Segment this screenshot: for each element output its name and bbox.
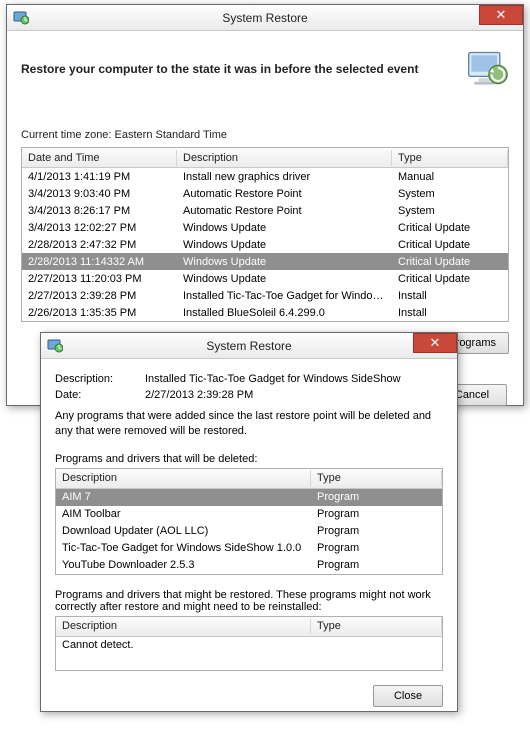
- cell: Download Updater (AOL LLC): [56, 523, 311, 539]
- table-row[interactable]: Tic-Tac-Toe Gadget for Windows SideShow …: [56, 540, 442, 557]
- cell: Program: [311, 523, 442, 539]
- cell: 2/28/2013 2:47:32 PM: [22, 237, 177, 253]
- cell: 2/27/2013 2:39:28 PM: [22, 288, 177, 304]
- cell: Tic-Tac-Toe Gadget for Windows SideShow …: [56, 540, 311, 556]
- cell: Windows Update: [177, 254, 392, 270]
- cell: AIM 7: [56, 489, 311, 505]
- close-dialog-button[interactable]: Close: [373, 685, 443, 707]
- window-title: System Restore: [7, 11, 523, 25]
- window-title: System Restore: [41, 339, 457, 353]
- cell: System: [392, 186, 508, 202]
- cell: Windows Update: [177, 237, 392, 253]
- cell: 2/27/2013 11:20:03 PM: [22, 271, 177, 287]
- col-desc[interactable]: Description: [56, 470, 311, 486]
- cell: 2/26/2013 1:35:35 PM: [22, 305, 177, 321]
- close-button[interactable]: ✕: [479, 5, 523, 25]
- cell: Automatic Restore Point: [177, 186, 392, 202]
- table-header: Description Type: [56, 617, 442, 637]
- banner-heading: Restore your computer to the state it wa…: [21, 62, 418, 76]
- date-value: 2/27/2013 2:39:28 PM: [145, 389, 443, 401]
- cell: Program: [311, 506, 442, 522]
- system-restore-icon: [47, 338, 63, 354]
- cell: Critical Update: [392, 237, 508, 253]
- table-row[interactable]: 2/27/2013 11:20:03 PMWindows UpdateCriti…: [22, 270, 508, 287]
- cell: Program: [311, 557, 442, 573]
- table-row[interactable]: AIM 7Program: [56, 489, 442, 506]
- cell: System: [392, 203, 508, 219]
- deleted-table[interactable]: Description Type AIM 7ProgramAIM Toolbar…: [55, 468, 443, 575]
- cell: Installed Tic-Tac-Toe Gadget for Windows…: [177, 288, 392, 304]
- cell: Install new graphics driver: [177, 169, 392, 185]
- col-desc[interactable]: Description: [56, 618, 311, 634]
- table-row[interactable]: YouTube Downloader 2.5.3Program: [56, 557, 442, 574]
- col-type[interactable]: Type: [392, 150, 508, 166]
- cell: 2/28/2013 11:14332 AM: [22, 254, 177, 270]
- cell: Cannot detect.: [56, 637, 311, 653]
- content-area: Description: Installed Tic-Tac-Toe Gadge…: [41, 359, 457, 717]
- timezone-label: Current time zone: Eastern Standard Time: [21, 129, 509, 141]
- deleted-heading: Programs and drivers that will be delete…: [55, 453, 443, 465]
- cell: 4/1/2013 1:41:19 PM: [22, 169, 177, 185]
- table-row[interactable]: Cannot detect.: [56, 637, 442, 654]
- banner: Restore your computer to the state it wa…: [21, 41, 509, 99]
- cell: YouTube Downloader 2.5.3: [56, 557, 311, 573]
- cell: 3/4/2013 8:26:17 PM: [22, 203, 177, 219]
- cell: Install: [392, 305, 508, 321]
- desc-value: Installed Tic-Tac-Toe Gadget for Windows…: [145, 373, 443, 385]
- cell: 3/4/2013 12:02:27 PM: [22, 220, 177, 236]
- table-header: Description Type: [56, 469, 442, 489]
- table-row[interactable]: 4/1/2013 1:41:19 PMInstall new graphics …: [22, 168, 508, 185]
- restore-monitor-icon: [465, 47, 509, 91]
- col-desc[interactable]: Description: [177, 150, 392, 166]
- cell: Automatic Restore Point: [177, 203, 392, 219]
- restored-table[interactable]: Description Type Cannot detect.: [55, 616, 443, 671]
- affected-programs-window: System Restore ✕ Description: Installed …: [40, 332, 458, 712]
- table-row[interactable]: 2/28/2013 2:47:32 PMWindows UpdateCritic…: [22, 236, 508, 253]
- cell: Critical Update: [392, 220, 508, 236]
- system-restore-icon: [13, 10, 29, 26]
- table-row[interactable]: 2/27/2013 2:39:28 PMInstalled Tic-Tac-To…: [22, 287, 508, 304]
- table-row[interactable]: 3/4/2013 9:03:40 PMAutomatic Restore Poi…: [22, 185, 508, 202]
- table-row[interactable]: 3/4/2013 12:02:27 PMWindows UpdateCritic…: [22, 219, 508, 236]
- date-label: Date:: [55, 389, 145, 401]
- cell: [311, 643, 442, 647]
- cell: Windows Update: [177, 271, 392, 287]
- cell: Manual: [392, 169, 508, 185]
- close-icon: ✕: [430, 335, 441, 351]
- cell: Windows Update: [177, 220, 392, 236]
- table-row[interactable]: 2/26/2013 1:35:35 PMInstalled BlueSoleil…: [22, 304, 508, 321]
- cell: Install: [392, 288, 508, 304]
- col-type[interactable]: Type: [311, 618, 442, 634]
- cell: Program: [311, 489, 442, 505]
- cell: 3/4/2013 9:03:40 PM: [22, 186, 177, 202]
- col-date[interactable]: Date and Time: [22, 150, 177, 166]
- cell: Critical Update: [392, 271, 508, 287]
- titlebar[interactable]: System Restore ✕: [7, 5, 523, 31]
- cell: Installed BlueSoleil 6.4.299.0: [177, 305, 392, 321]
- table-row[interactable]: 3/4/2013 8:26:17 PMAutomatic Restore Poi…: [22, 202, 508, 219]
- table-row[interactable]: 2/28/2013 11:14332 AMWindows UpdateCriti…: [22, 253, 508, 270]
- restored-heading: Programs and drivers that might be resto…: [55, 589, 443, 613]
- cell: Program: [311, 540, 442, 556]
- col-type[interactable]: Type: [311, 470, 442, 486]
- cell: Critical Update: [392, 254, 508, 270]
- desc-label: Description:: [55, 373, 145, 385]
- table-row[interactable]: AIM ToolbarProgram: [56, 506, 442, 523]
- cell: AIM Toolbar: [56, 506, 311, 522]
- restore-points-table[interactable]: Date and Time Description Type 4/1/2013 …: [21, 147, 509, 322]
- titlebar[interactable]: System Restore ✕: [41, 333, 457, 359]
- table-row[interactable]: Download Updater (AOL LLC)Program: [56, 523, 442, 540]
- note-text: Any programs that were added since the l…: [55, 409, 443, 439]
- close-button[interactable]: ✕: [413, 333, 457, 353]
- table-header: Date and Time Description Type: [22, 148, 508, 168]
- close-icon: ✕: [496, 7, 507, 23]
